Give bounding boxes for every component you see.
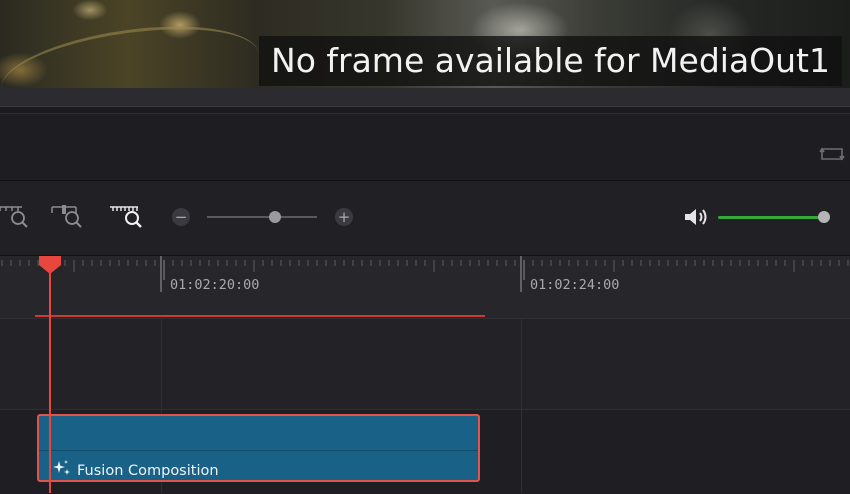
zoom-to-fit-icon[interactable]: [0, 203, 32, 229]
video-track-2[interactable]: [0, 318, 850, 409]
in-out-range-bar[interactable]: [35, 315, 485, 317]
timecode-label: 01:02:24:00: [530, 277, 620, 293]
timeline-header-panel: [0, 114, 850, 181]
viewer-image-detail: [0, 12, 265, 88]
no-frame-message: No frame available for MediaOut1: [259, 36, 842, 86]
volume-slider[interactable]: [718, 216, 822, 219]
clip-divider: [39, 450, 478, 451]
timecode-ruler[interactable]: [0, 256, 850, 318]
playhead-line[interactable]: [49, 270, 51, 493]
loop-icon[interactable]: [818, 144, 846, 164]
timecode-label: 01:02:20:00: [170, 277, 260, 293]
panel-divider[interactable]: [0, 107, 850, 114]
zoom-slider[interactable]: [207, 216, 317, 218]
playhead-handle[interactable]: [38, 256, 62, 274]
volume-slider-handle[interactable]: [817, 211, 830, 223]
fusion-sparkle-icon: [53, 460, 70, 475]
zoom-out-button[interactable]: −: [172, 208, 190, 226]
zoom-custom-icon[interactable]: [110, 203, 146, 229]
viewer-scrubber-strip[interactable]: [0, 88, 850, 107]
zoom-detail-icon[interactable]: [50, 203, 86, 229]
ruler-ticks: [1, 256, 849, 292]
grid-line: [521, 318, 522, 493]
clip-label: Fusion Composition: [77, 463, 219, 479]
fusion-composition-clip[interactable]: Fusion Composition: [37, 414, 480, 482]
viewer: No frame available for MediaOut1: [0, 0, 850, 88]
zoom-in-button[interactable]: +: [335, 208, 353, 226]
speaker-icon[interactable]: [683, 206, 711, 228]
